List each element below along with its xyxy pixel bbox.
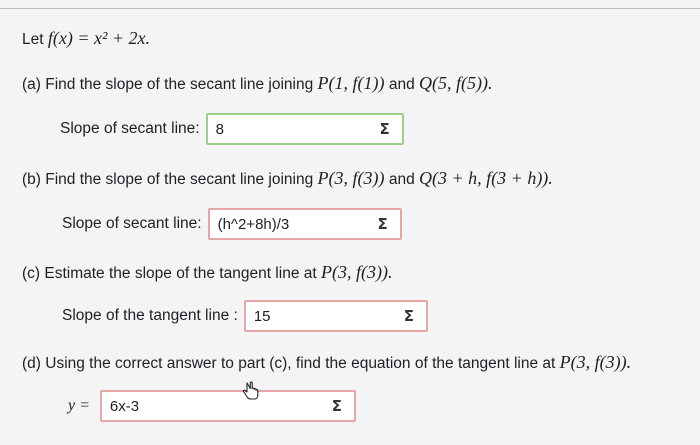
part-c-answer-label: Slope of the tangent line : bbox=[62, 307, 238, 324]
top-divider bbox=[0, 8, 700, 9]
part-b-answer-field[interactable]: (h^2+8h)/3 Σ bbox=[207, 208, 402, 240]
part-b-answer-row: Slope of secant line: (h^2+8h)/3 Σ bbox=[62, 208, 402, 240]
sigma-icon[interactable]: Σ bbox=[392, 302, 426, 330]
part-a-answer-value[interactable]: 8 bbox=[208, 115, 368, 143]
part-d-answer-value[interactable]: 6x-3 bbox=[102, 392, 320, 420]
part-c-question: (c) Estimate the slope of the tangent li… bbox=[22, 262, 393, 282]
part-b-answer-value[interactable]: (h^2+8h)/3 bbox=[210, 210, 366, 238]
part-d-question: (d) Using the correct answer to part (c)… bbox=[22, 352, 632, 372]
part-a-answer-field[interactable]: 8 Σ bbox=[205, 113, 404, 145]
part-d-answer-row: y = 6x-3 Σ bbox=[68, 390, 356, 422]
part-a-answer-label: Slope of secant line: bbox=[60, 120, 200, 137]
part-b-answer-label: Slope of secant line: bbox=[62, 215, 202, 232]
sigma-icon[interactable]: Σ bbox=[320, 392, 354, 420]
hand-pointer-icon bbox=[242, 381, 259, 400]
sigma-icon[interactable]: Σ bbox=[366, 210, 400, 238]
part-b-question: (b) Find the slope of the secant line jo… bbox=[22, 168, 553, 188]
part-c-answer-field[interactable]: 15 Σ bbox=[243, 300, 428, 332]
sigma-icon[interactable]: Σ bbox=[368, 115, 402, 143]
part-d-answer-field[interactable]: 6x-3 Σ bbox=[99, 390, 356, 422]
part-a-answer-row: Slope of secant line: 8 Σ bbox=[60, 113, 404, 145]
part-c-answer-row: Slope of the tangent line : 15 Σ bbox=[62, 300, 428, 332]
part-a-question: (a) Find the slope of the secant line jo… bbox=[22, 73, 493, 93]
problem-intro: Let f(x) = x² + 2x. bbox=[22, 28, 151, 48]
part-c-answer-value[interactable]: 15 bbox=[246, 302, 392, 330]
part-d-answer-label: y = bbox=[68, 397, 90, 414]
